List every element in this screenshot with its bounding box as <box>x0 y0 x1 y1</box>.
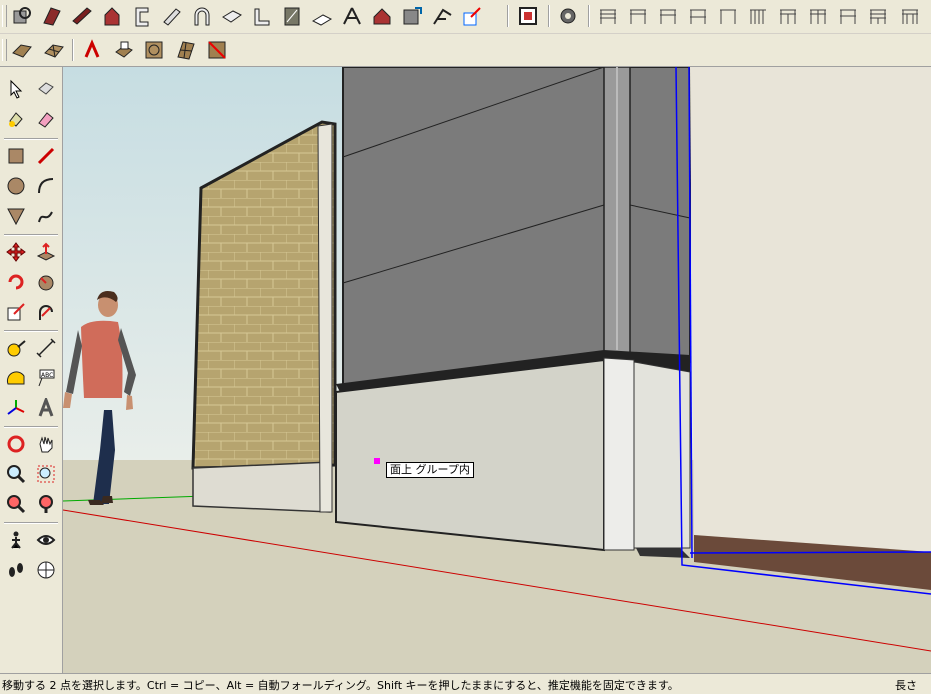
railing-1-icon[interactable] <box>596 4 620 28</box>
line-icon[interactable] <box>33 143 59 169</box>
top-toolbar <box>0 0 931 34</box>
house-icon[interactable] <box>100 4 124 28</box>
duct-icon[interactable] <box>400 4 424 28</box>
stair-icon[interactable] <box>250 4 274 28</box>
railing-2-icon[interactable] <box>626 4 650 28</box>
railing-3-icon[interactable] <box>656 4 680 28</box>
orbit-icon[interactable] <box>3 431 29 457</box>
sandbox-toolbar <box>0 34 931 67</box>
zoom-extents-icon[interactable] <box>3 491 29 517</box>
sandbox-from-scratch-icon[interactable] <box>42 38 66 62</box>
arch-icon[interactable] <box>190 4 214 28</box>
grey-building <box>335 67 691 558</box>
flip-edge-icon[interactable] <box>205 38 229 62</box>
walk-icon[interactable] <box>3 557 29 583</box>
left-toolbar: ABC <box>0 67 63 673</box>
scale-icon[interactable] <box>3 299 29 325</box>
stamp-icon[interactable] <box>112 38 136 62</box>
svg-text:ABC: ABC <box>41 372 53 379</box>
drape-icon[interactable] <box>142 38 166 62</box>
column-icon[interactable] <box>130 4 154 28</box>
status-bar: 移動する 2 点を選択します。Ctrl = コピー、Alt = 自動フォールディ… <box>0 673 931 694</box>
railing-11-icon[interactable] <box>898 4 922 28</box>
railing-7-icon[interactable] <box>776 4 800 28</box>
status-message: 移動する 2 点を選択します。Ctrl = コピー、Alt = 自動フォールディ… <box>2 679 679 692</box>
smoove-icon[interactable] <box>80 38 104 62</box>
axes-icon[interactable] <box>3 395 29 421</box>
inference-point <box>374 458 380 464</box>
sandbox-from-contours-icon[interactable] <box>10 38 34 62</box>
arc-icon[interactable] <box>33 173 59 199</box>
model-viewport[interactable]: 面上 グループ内 <box>63 67 931 673</box>
tag-icon[interactable] <box>460 4 484 28</box>
tape-measure-icon[interactable] <box>3 335 29 361</box>
slab-icon[interactable] <box>220 4 244 28</box>
toolbar-grip[interactable] <box>2 5 7 27</box>
railing-8-icon[interactable] <box>806 4 830 28</box>
toolbar-grip[interactable] <box>2 39 7 61</box>
railing-10-icon[interactable] <box>866 4 890 28</box>
image-icon[interactable] <box>516 4 540 28</box>
eraser-icon[interactable] <box>33 106 59 132</box>
section-plane-icon[interactable] <box>33 557 59 583</box>
stone-wall <box>191 120 337 513</box>
pan-icon[interactable] <box>33 431 59 457</box>
truss-icon[interactable] <box>340 4 364 28</box>
follow-me-icon[interactable] <box>33 269 59 295</box>
look-around-icon[interactable] <box>33 527 59 553</box>
dimension-icon[interactable] <box>33 335 59 361</box>
circle-icon[interactable] <box>3 173 29 199</box>
position-camera-icon[interactable] <box>3 527 29 553</box>
text-icon[interactable]: ABC <box>33 365 59 391</box>
freehand-icon[interactable] <box>33 203 59 229</box>
previous-view-icon[interactable] <box>33 491 59 517</box>
rectangle-icon[interactable] <box>3 143 29 169</box>
railing-6-icon[interactable] <box>746 4 770 28</box>
railing-9-icon[interactable] <box>836 4 860 28</box>
measurement-label: 長さ <box>895 679 917 692</box>
protractor-icon[interactable] <box>3 365 29 391</box>
selected-wall <box>675 67 931 595</box>
railing-4-icon[interactable] <box>686 4 710 28</box>
3d-text-icon[interactable] <box>33 395 59 421</box>
make-component-icon[interactable] <box>33 76 59 102</box>
move-icon[interactable] <box>3 239 29 265</box>
rafter-icon[interactable] <box>430 4 454 28</box>
select-icon[interactable] <box>3 76 29 102</box>
zoom-icon[interactable] <box>3 461 29 487</box>
select-tool-icon[interactable] <box>10 4 34 28</box>
beam-icon[interactable] <box>70 4 94 28</box>
window-icon[interactable] <box>280 4 304 28</box>
pipe-icon[interactable] <box>160 4 184 28</box>
zoom-window-icon[interactable] <box>33 461 59 487</box>
offset-icon[interactable] <box>33 299 59 325</box>
inference-tooltip: 面上 グループ内 <box>386 462 474 478</box>
wall-icon[interactable] <box>40 4 64 28</box>
building-icon[interactable] <box>370 4 394 28</box>
component-icon[interactable] <box>556 4 580 28</box>
push-pull-icon[interactable] <box>33 239 59 265</box>
rotate-icon[interactable] <box>3 269 29 295</box>
paint-bucket-icon[interactable] <box>3 106 29 132</box>
roof-icon[interactable] <box>310 4 334 28</box>
add-detail-icon[interactable] <box>174 38 198 62</box>
railing-5-icon[interactable] <box>716 4 740 28</box>
polygon-icon[interactable] <box>3 203 29 229</box>
